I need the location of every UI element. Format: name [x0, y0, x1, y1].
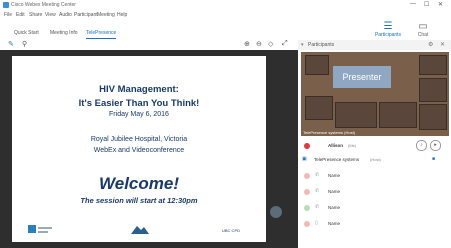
phone-icon: ✆: [315, 188, 320, 194]
video-on-icon: ■: [432, 156, 436, 162]
participant-name: Name: [328, 189, 341, 194]
participants-icon: ☰: [383, 21, 393, 32]
video-thumbnail[interactable]: [419, 78, 447, 102]
participant-row[interactable]: ▯ Name: [298, 218, 451, 230]
menu-share[interactable]: Share: [29, 12, 42, 18]
zoom-in-icon[interactable]: ⊕: [244, 40, 250, 48]
camera-icon[interactable]: ▸: [430, 140, 441, 151]
slide-logo-center: [130, 223, 150, 236]
video-thumbnail[interactable]: [419, 104, 447, 130]
video-caption: TelePresence systems (Host): [303, 130, 356, 135]
slide-title-line1: HIV Management:: [99, 84, 179, 95]
menu-file[interactable]: File: [4, 12, 12, 18]
phone-icon: ✆: [315, 204, 320, 210]
participant-row[interactable]: ▣ TelePresence systems (Host) ■: [298, 154, 451, 166]
chat-button[interactable]: ▭ Chat: [413, 21, 433, 39]
slide-format: WebEx and Videoconference: [93, 147, 185, 154]
video-feed: Presenter TelePresence systems (Host): [301, 52, 449, 136]
zoom-out-icon[interactable]: ⊖: [256, 40, 262, 48]
slide-date: Friday May 6, 2016: [109, 111, 169, 118]
window-title: Cisco Webex Meeting Center: [11, 2, 76, 8]
avatar: [304, 173, 310, 179]
slide-start-note: The session will start at 12:30pm: [80, 196, 198, 205]
video-thumbnail[interactable]: [335, 102, 377, 128]
participants-button-label: Participants: [374, 32, 402, 38]
participant-name: TelePresence systems: [314, 157, 360, 162]
content-toolbar: ✎ ⚲ ⊕ ⊖ ◇ ⤢: [0, 40, 298, 50]
webex-logo-icon: [3, 2, 9, 8]
avatar: [304, 143, 310, 149]
title-bar: Cisco Webex Meeting Center — ☐ ✕: [0, 0, 451, 10]
tab-quick-start[interactable]: Quick Start: [14, 30, 39, 36]
fit-icon[interactable]: ◇: [268, 40, 273, 48]
slide-welcome: Welcome!: [99, 174, 179, 193]
avatar: [304, 189, 310, 195]
minimize-icon[interactable]: —: [410, 1, 416, 7]
phone-icon: ✆: [315, 172, 320, 178]
annotate-pen-icon[interactable]: ✎: [8, 40, 14, 48]
participant-row[interactable]: ✆ Name: [298, 170, 451, 182]
chat-icon: ▭: [418, 21, 428, 32]
close-icon[interactable]: ✕: [438, 1, 443, 8]
collapse-arrow-icon[interactable]: ▾: [301, 42, 304, 48]
slide-logo-right: UBC CPD: [222, 228, 241, 233]
menu-meeting[interactable]: Meeting: [97, 12, 115, 18]
menu-edit[interactable]: Edit: [16, 12, 25, 18]
avatar: [304, 221, 310, 227]
participant-name: Allison: [328, 143, 344, 148]
stage-avatar-icon[interactable]: [270, 206, 282, 218]
tab-meeting-info[interactable]: Meeting Info: [50, 30, 78, 36]
participants-panel-header: ▾ Participants ⚙ ✕: [298, 40, 451, 50]
slide-logo-left: [28, 223, 54, 236]
participant-name: Name: [328, 205, 341, 210]
menu-participant[interactable]: Participant: [74, 12, 98, 18]
pointer-icon[interactable]: ⚲: [22, 40, 27, 48]
participant-name: Name: [328, 221, 341, 226]
close-panel-icon[interactable]: ✕: [440, 41, 445, 48]
video-thumbnail[interactable]: [379, 102, 417, 128]
participant-tag: (Host): [370, 157, 381, 162]
participant-tag: (Me): [348, 143, 357, 148]
participants-panel: ▾ Participants ⚙ ✕ Presenter TelePresenc…: [298, 40, 451, 248]
presenter-label: Presenter: [333, 66, 391, 88]
participants-button[interactable]: ☰ Participants: [374, 21, 402, 39]
avatar: [304, 205, 310, 211]
participant-name: Name: [328, 173, 341, 178]
video-thumbnail[interactable]: [305, 96, 333, 120]
menu-help[interactable]: Help: [117, 12, 127, 18]
telepresence-icon: ▣: [302, 156, 307, 162]
participant-row[interactable]: ✆ Name: [298, 186, 451, 198]
video-thumbnail[interactable]: [305, 55, 329, 75]
device-icon: ▯: [315, 220, 318, 226]
fullscreen-icon[interactable]: ⤢: [282, 40, 288, 48]
slide-title-line2: It's Easier Than You Think!: [78, 98, 200, 109]
panel-title: Participants: [308, 42, 335, 48]
video-thumbnail[interactable]: [419, 55, 447, 75]
tab-telepresence[interactable]: TelePresence: [86, 30, 117, 39]
menu-view[interactable]: View: [45, 12, 56, 18]
participant-row[interactable]: Allison (Me) ♪ ▸: [298, 140, 451, 152]
shared-content-area: HIV Management: It's Easier Than You Thi…: [0, 50, 298, 248]
chat-button-label: Chat: [417, 32, 429, 38]
gear-icon[interactable]: ⚙: [428, 41, 433, 48]
participant-row[interactable]: ✆ Name: [298, 202, 451, 214]
mute-icon[interactable]: ♪: [416, 140, 427, 151]
presentation-slide: HIV Management: It's Easier Than You Thi…: [12, 56, 266, 242]
slide-location: Royal Jubilee Hospital, Victoria: [90, 136, 188, 143]
maximize-icon[interactable]: ☐: [424, 1, 429, 8]
menu-audio[interactable]: Audio: [59, 12, 72, 18]
